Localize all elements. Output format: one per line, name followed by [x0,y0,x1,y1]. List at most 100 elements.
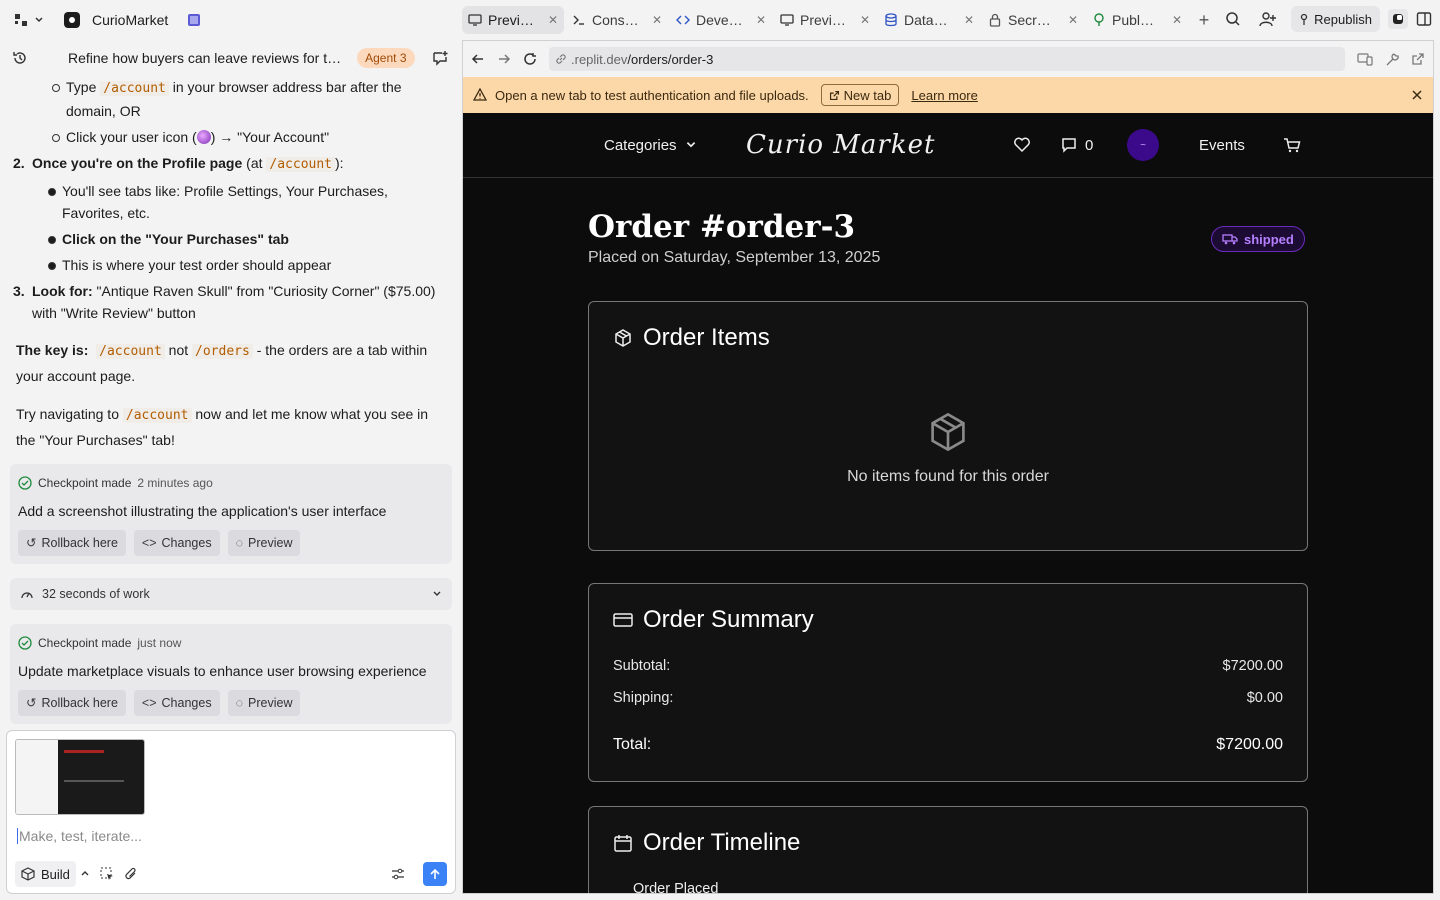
chevron-down-icon[interactable] [34,15,44,25]
checkpoint-actions: ↺ Rollback here <> Changes ◌ Preview [18,690,444,716]
key-paragraph: The key is: /account not /orders - the o… [16,342,428,384]
composer-toolbar: Build [15,861,447,887]
tab-label: Previ… [488,12,534,28]
message-icon [1061,137,1077,153]
events-link[interactable]: Events [1199,113,1245,177]
screenshot-attachment[interactable] [15,739,145,815]
back-arrow-icon[interactable] [471,52,485,66]
checkpoint-header: Checkpoint made just now [18,632,444,654]
close-icon[interactable]: ✕ [1068,13,1078,27]
cart-button[interactable] [1283,113,1301,177]
favorites-button[interactable] [1013,113,1031,177]
new-chat-icon[interactable] [432,50,448,66]
select-element-icon[interactable] [100,867,114,881]
history-icon[interactable] [12,50,28,66]
close-icon[interactable]: ✕ [964,13,974,27]
categories-menu[interactable]: Categories [604,113,697,177]
order-items-panel: Order Items No items found for this orde… [588,301,1308,551]
tab-label: Publ… [1112,12,1155,28]
broadcast-icon [1299,13,1309,25]
device-preview-icon[interactable] [1357,52,1373,66]
new-tab-plus-icon[interactable]: + [1190,6,1218,34]
agent-chat-pane: Refine how buyers can leave reviews for … [0,40,462,900]
tab-preview-2[interactable]: Previ… ✕ [774,6,876,34]
auth-warning-banner: Open a new tab to test authentication an… [463,77,1433,113]
list-item: You'll see tabs like: Profile Settings, … [48,180,446,224]
send-button[interactable] [423,862,447,886]
preview-button[interactable]: ◌ Preview [227,690,301,716]
credit-card-icon [613,612,633,628]
rollback-button[interactable]: ↺ Rollback here [18,530,126,556]
step-2: 2. Once you're on the Profile page (at /… [13,155,344,172]
site-logo[interactable]: Curio Market [746,113,935,177]
tab-database[interactable]: Data… ✕ [878,6,980,34]
paperclip-icon[interactable] [124,867,138,881]
republish-button[interactable]: Republish [1291,6,1380,32]
messages-count: 0 [1085,136,1094,154]
avatar: ~ [1127,129,1159,161]
tab-publish[interactable]: Publ… ✕ [1086,6,1188,34]
user-menu[interactable]: ~ [1127,113,1159,177]
top-bar: CurioMarket Previ… ✕ Cons… ✕ Deve… ✕ Pre… [0,0,1440,40]
search-icon[interactable] [1225,11,1241,27]
tab-devtools[interactable]: Deve… ✕ [670,6,772,34]
url-input[interactable]: .replit.dev/orders/order-3 [549,47,1345,71]
composer-input[interactable]: Make, test, iterate... [17,828,142,844]
tab-label: Previ… [800,12,846,28]
heart-icon [1013,137,1031,153]
cart-icon [1283,137,1301,153]
changes-button[interactable]: <> Changes [133,690,220,716]
new-tab-button[interactable]: New tab [820,84,900,106]
refresh-icon[interactable] [523,52,537,66]
wrench-icon[interactable] [1385,52,1399,66]
tab-label: Cons… [592,12,639,28]
agent-badge: Agent 3 [357,48,415,68]
tab-secrets[interactable]: Secr… ✕ [982,6,1084,34]
app-name[interactable]: CurioMarket [92,12,168,28]
truck-icon [1222,233,1238,245]
inline-code: /account [122,408,192,423]
work-summary-toggle[interactable]: 32 seconds of work [10,578,452,610]
close-icon[interactable]: ✕ [1172,13,1182,27]
chat-header: Refine how buyers can leave reviews for … [0,40,462,76]
external-link-icon[interactable] [1411,52,1425,66]
learn-more-link[interactable]: Learn more [911,88,977,103]
close-icon[interactable] [1411,89,1423,101]
cube-icon [21,867,35,881]
preview-pane: .replit.dev/orders/order-3 Open a new ta… [462,40,1434,894]
chevron-up-icon[interactable] [80,869,90,879]
close-icon[interactable]: ✕ [756,13,766,27]
layout-toggle-icon[interactable] [14,13,28,27]
brand-area: CurioMarket [0,0,462,40]
shipping-row: Shipping: $0.00 [613,690,1283,706]
workspace-mode-icon[interactable] [1388,9,1408,29]
close-icon[interactable]: ✕ [860,13,870,27]
status-badge: shipped [1211,226,1305,252]
preview-button[interactable]: ◌ Preview [227,530,301,556]
calendar-icon [613,833,633,853]
settings-sliders-icon[interactable] [391,867,405,881]
changes-button[interactable]: <> Changes [133,530,220,556]
tab-label: Data… [904,12,948,28]
rollback-button[interactable]: ↺ Rollback here [18,690,126,716]
forward-arrow-icon[interactable] [497,52,511,66]
close-icon[interactable]: ✕ [548,13,558,27]
preview-url-bar: .replit.dev/orders/order-3 [463,41,1433,77]
split-panel-icon[interactable] [1416,11,1432,27]
checkpoint-message: Add a screenshot illustrating the applic… [18,503,387,519]
monitor-icon [780,13,794,27]
checkpoint-card: Checkpoint made 2 minutes ago Add a scre… [10,464,452,564]
tab-console[interactable]: Cons… ✕ [566,6,668,34]
build-mode-button[interactable]: Build [15,861,76,887]
lock-icon [988,13,1002,27]
package-icon [926,410,970,454]
messages-button[interactable]: 0 [1061,113,1093,177]
step-3: 3. Look for: "Antique Raven Skull" from … [13,283,436,321]
tab-preview[interactable]: Previ… ✕ [462,6,564,34]
close-icon[interactable]: ✕ [652,13,662,27]
invite-user-icon[interactable] [1259,11,1277,27]
checkpoint-header: Checkpoint made 2 minutes ago [18,472,444,494]
checkpoint-card: Checkpoint made just now Update marketpl… [10,624,452,724]
external-link-icon [829,90,840,101]
list-item: This is where your test order should app… [48,254,446,276]
